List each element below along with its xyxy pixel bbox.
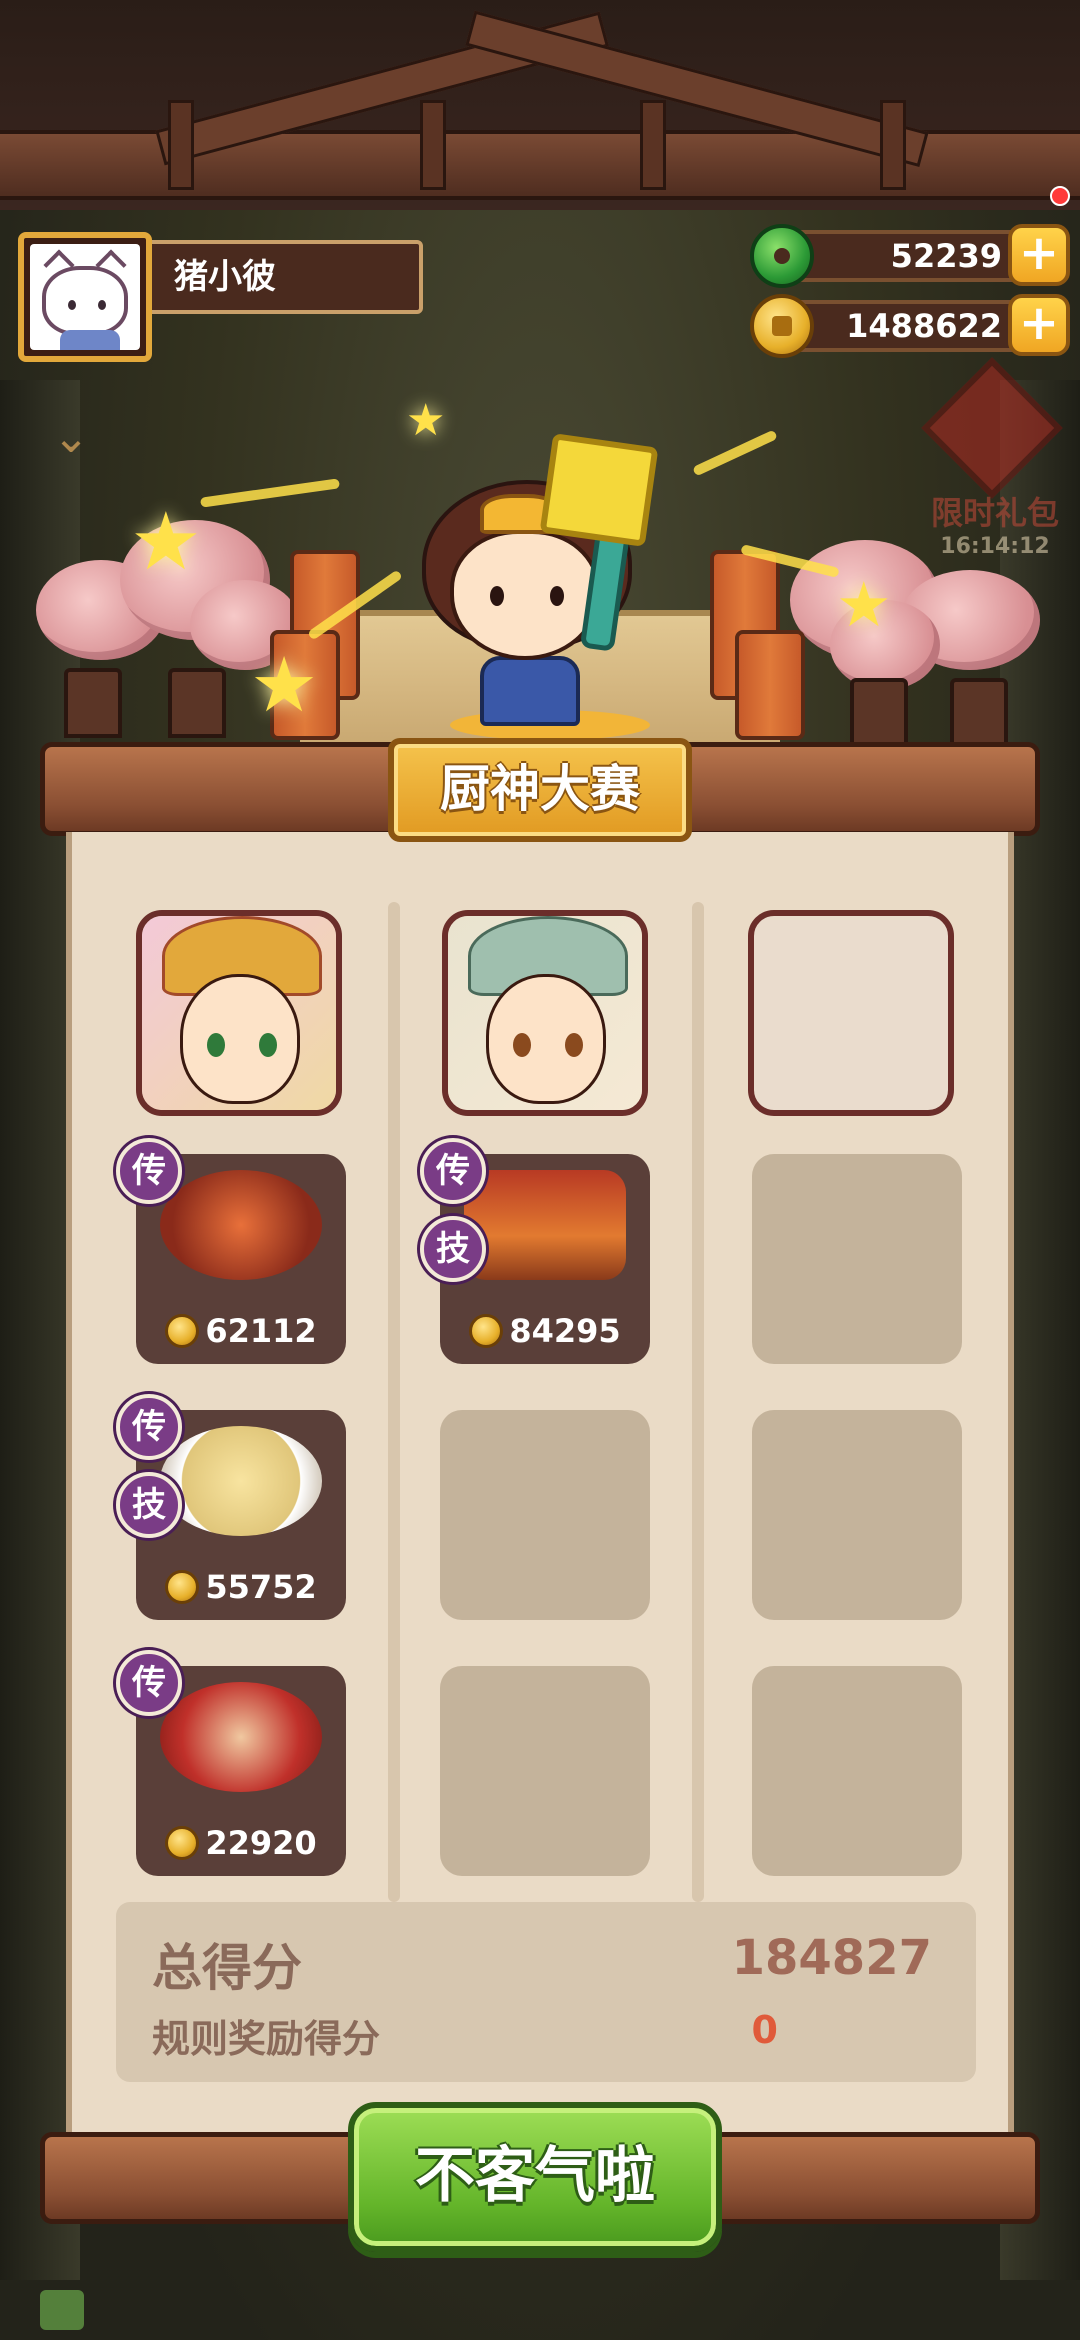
gift-timer: 16:14:12	[940, 534, 1050, 559]
total-score-label: 总得分	[152, 1939, 302, 1997]
coin-currency: 1488622 +	[750, 294, 1070, 358]
star-icon: ★	[406, 395, 446, 446]
bonus-score-value: 0	[751, 2008, 778, 2052]
empty-dish-slot[interactable]	[752, 1154, 962, 1364]
add-jade-button[interactable]: +	[1008, 224, 1070, 286]
legendary-badge: 传	[116, 1138, 182, 1204]
skill-badge: 技	[116, 1472, 182, 1538]
avatar[interactable]	[18, 232, 152, 362]
empty-dish-slot[interactable]	[752, 1666, 962, 1876]
add-coin-button[interactable]: +	[1008, 294, 1070, 356]
legendary-badge: 传	[420, 1138, 486, 1204]
player-card[interactable]: 猪小彼	[18, 232, 423, 362]
notification-dot	[1050, 186, 1070, 206]
coin-icon	[750, 294, 814, 358]
coin-icon	[165, 1570, 200, 1604]
dish-coin-value: 22920	[205, 1824, 317, 1862]
jade-currency: 52239 +	[750, 224, 1070, 288]
total-score-value: 184827	[731, 1930, 932, 1986]
empty-dish-slot[interactable]	[440, 1666, 650, 1876]
gift-label: 限时礼包	[930, 494, 1059, 532]
corner-chip	[40, 2290, 84, 2330]
pavilion-box-icon	[464, 1170, 626, 1280]
seafood-hotpot-icon	[160, 1170, 322, 1280]
gift-box-icon	[921, 357, 1063, 499]
star-icon: ★	[836, 568, 892, 641]
empty-dish-slot[interactable]	[440, 1410, 650, 1620]
score-box: 总得分 184827 规则奖励得分 0	[116, 1902, 976, 2082]
meat-pot-icon	[160, 1682, 322, 1792]
empty-dish-slot[interactable]	[752, 1410, 962, 1620]
star-icon: ★	[250, 640, 319, 729]
coin-icon	[165, 1826, 200, 1860]
bonus-score-label: 规则奖励得分	[152, 2017, 381, 2061]
egg-custard-bowl-icon	[160, 1426, 322, 1536]
legendary-badge: 传	[116, 1650, 182, 1716]
confirm-button[interactable]: 不客气啦	[348, 2102, 722, 2252]
chevron-down-icon[interactable]: ⌄	[42, 416, 100, 460]
jade-icon	[750, 224, 814, 288]
skill-badge: 技	[420, 1216, 486, 1282]
legendary-badge: 传	[116, 1394, 182, 1460]
coin-icon	[165, 1314, 200, 1348]
contest-title: 厨神大赛	[388, 738, 692, 842]
dish-coin-value: 84295	[509, 1312, 621, 1350]
player-name: 猪小彼	[138, 240, 423, 314]
chef-slot-3-empty[interactable]	[748, 910, 954, 1116]
dish-coin-value: 62112	[205, 1312, 317, 1350]
contest-panel: 62112 传 55752 传 技 22920 传 84295 传 技 总得分 …	[66, 832, 1014, 2142]
dish-coin-value: 55752	[205, 1568, 317, 1606]
limited-gift-button[interactable]: 限时礼包 16:14:12	[920, 357, 1070, 568]
star-icon: ★	[130, 495, 202, 588]
chef-slot-2[interactable]	[442, 910, 648, 1116]
coin-icon	[469, 1314, 504, 1348]
chef-slot-1[interactable]	[136, 910, 342, 1116]
white-cat-avatar-icon	[30, 244, 140, 350]
roof-rafters	[0, 0, 1080, 210]
